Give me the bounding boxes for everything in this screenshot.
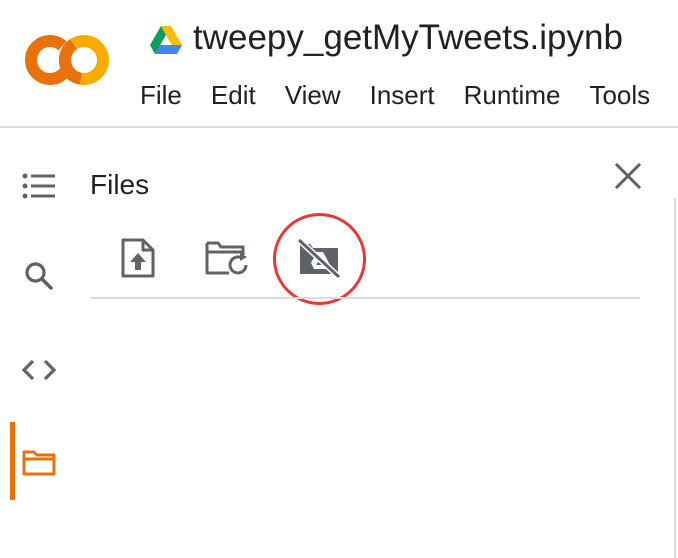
close-icon [614,162,642,190]
toolbar-divider [90,297,640,299]
menu-edit[interactable]: Edit [211,76,256,114]
rail-search[interactable] [0,246,78,306]
colab-window: tweepy_getMyTweets.ipynb File Edit View … [0,0,678,558]
mount-drive-button[interactable] [292,232,344,284]
table-of-contents-icon [22,173,55,199]
refresh-button[interactable] [202,232,254,284]
rail-files[interactable] [0,432,78,492]
upload-file-icon [121,238,155,278]
menu-view[interactable]: View [285,76,341,114]
refresh-folder-icon [205,241,248,275]
menu-runtime[interactable]: Runtime [464,76,561,114]
close-panel-button[interactable] [606,154,650,198]
mount-drive-icon [296,238,341,278]
folder-icon [22,450,56,476]
panel-border [674,198,676,558]
menu-file[interactable]: File [140,76,182,114]
notebook-title[interactable]: tweepy_getMyTweets.ipynb [193,16,623,60]
code-snippets-icon [22,359,56,381]
header-divider [0,126,678,128]
rail-table-of-contents[interactable] [0,156,78,216]
search-icon [25,262,53,290]
upload-file-button[interactable] [112,232,164,284]
panel-title: Files [90,169,150,200]
header: tweepy_getMyTweets.ipynb File Edit View … [0,0,678,126]
google-drive-icon[interactable] [150,26,182,54]
menu-bar: File Edit View Insert Runtime Tools [140,76,678,114]
menu-insert[interactable]: Insert [370,76,435,114]
rail-code-snippets[interactable] [0,340,78,400]
colab-logo-icon[interactable] [24,30,112,90]
menu-tools[interactable]: Tools [589,76,650,114]
